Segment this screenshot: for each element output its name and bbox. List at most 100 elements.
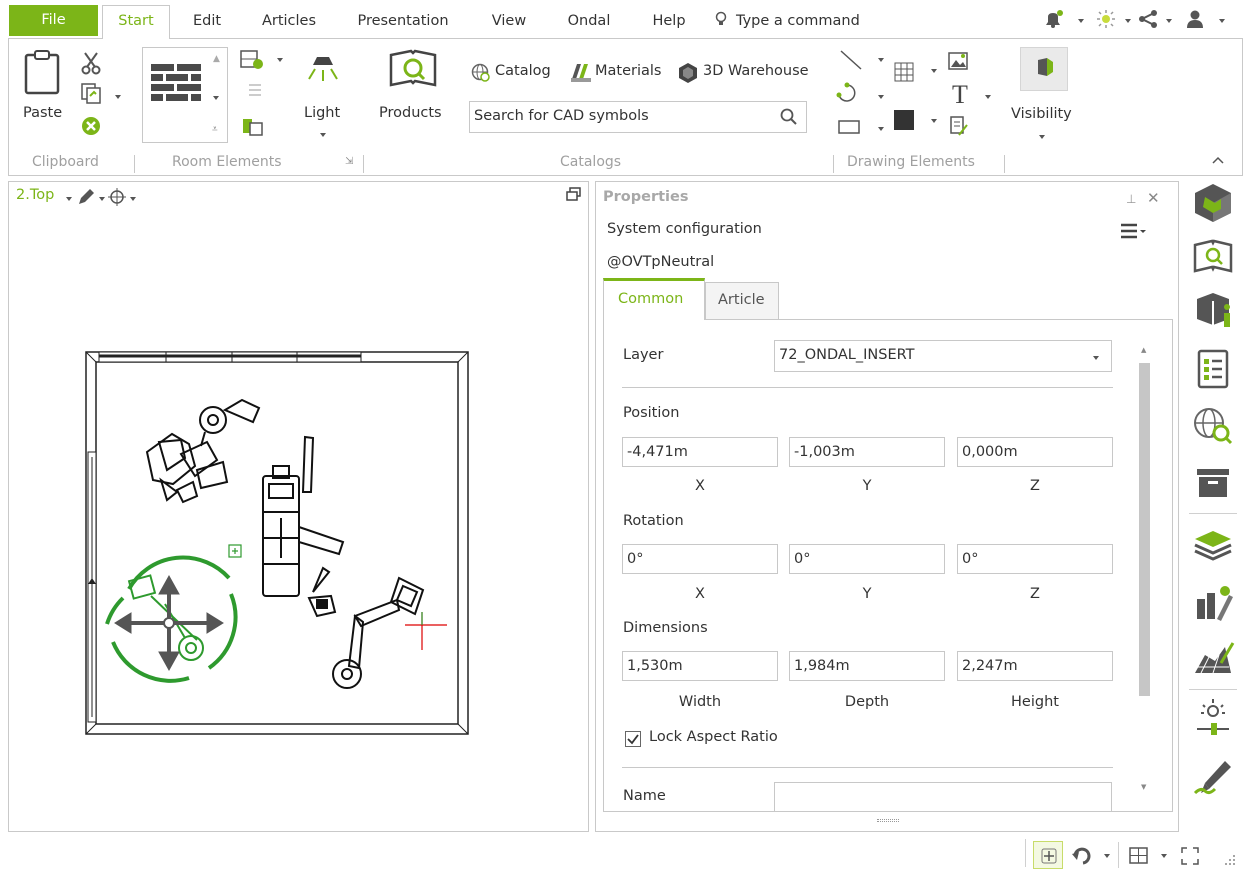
scroll-up-icon[interactable]: ▲ (1141, 346, 1146, 354)
position-x-field[interactable]: -4,471m (622, 437, 778, 467)
pen-icon[interactable] (77, 188, 95, 210)
fullscreen-icon[interactable] (1181, 847, 1199, 869)
tab-ondal[interactable]: Ondal (558, 6, 620, 36)
copy-icon[interactable] (80, 82, 102, 108)
chevron-down-icon[interactable] (985, 95, 991, 99)
chevron-down-icon[interactable] (277, 58, 283, 62)
rotation-z-field[interactable]: 0° (957, 544, 1113, 574)
cad-symbol-search-input[interactable]: Search for CAD symbols (469, 101, 807, 133)
width-field[interactable]: 1,530m (622, 651, 778, 681)
chevron-down-icon[interactable] (320, 133, 326, 137)
chevron-down-icon[interactable] (1104, 854, 1110, 858)
tab-presentation[interactable]: Presentation (346, 6, 460, 36)
pin-icon[interactable]: ⊥ (1126, 192, 1136, 206)
scissors-icon[interactable] (81, 51, 101, 79)
light-adjust-icon[interactable] (1191, 697, 1235, 741)
command-search[interactable]: Type a command (736, 6, 876, 36)
3d-warehouse-button[interactable]: 3D Warehouse (703, 63, 809, 79)
object-insert-icon[interactable] (241, 115, 265, 141)
fill-color-icon[interactable] (893, 109, 915, 135)
dialog-launcher-icon[interactable]: ⇲ (345, 156, 353, 167)
text-tool-icon[interactable]: T (950, 80, 972, 111)
drawing-pen-icon[interactable] (1191, 753, 1235, 797)
chevron-down-icon[interactable] (931, 119, 937, 123)
position-z-field[interactable]: 0,000m (957, 437, 1113, 467)
chevron-down-icon[interactable] (1219, 19, 1225, 23)
notification-bell-icon[interactable] (1043, 10, 1065, 32)
depth-field[interactable]: 1,984m (789, 651, 945, 681)
tab-edit[interactable]: Edit (180, 6, 234, 36)
grid-icon[interactable] (1129, 847, 1149, 869)
chevron-down-icon[interactable] (1093, 356, 1099, 360)
chevron-down-icon[interactable] (1125, 19, 1131, 23)
catalog-book-icon[interactable] (1191, 237, 1235, 281)
globe-search-icon[interactable] (1191, 403, 1235, 447)
drawing-viewport[interactable]: 2.Top (8, 181, 589, 832)
hatch-icon[interactable] (893, 61, 915, 87)
chevron-down-icon[interactable] (130, 197, 136, 201)
move-tool-button[interactable] (1033, 841, 1063, 869)
resize-grip[interactable] (877, 819, 899, 822)
chevron-down-icon[interactable] (878, 95, 884, 99)
chevron-down-icon[interactable] (1078, 19, 1084, 23)
floor-plan-drawing[interactable] (77, 342, 477, 742)
visibility-icon-frame[interactable] (1020, 47, 1068, 91)
chevron-down-icon[interactable] (931, 69, 937, 73)
chevron-down-icon[interactable] (213, 96, 219, 100)
products-icon[interactable] (389, 49, 437, 93)
user-icon[interactable] (1185, 9, 1205, 33)
scroll-down-icon[interactable]: ▼ (1141, 783, 1146, 791)
scroll-up-icon[interactable]: ▲ (213, 54, 220, 64)
position-y-field[interactable]: -1,003m (789, 437, 945, 467)
tab-article[interactable]: Article (705, 282, 779, 319)
light-button[interactable]: Light (304, 105, 340, 121)
tab-start[interactable]: Start (102, 5, 170, 39)
edit-document-icon[interactable] (949, 115, 969, 141)
view-name-label[interactable]: 2.Top (16, 187, 54, 203)
room-elements-gallery[interactable]: ▲ ⩡ (142, 47, 228, 143)
line-tool-icon[interactable] (839, 49, 863, 75)
restore-window-icon[interactable] (566, 187, 582, 205)
chevron-down-icon[interactable] (878, 58, 884, 62)
rectangle-tool-icon[interactable] (837, 119, 861, 139)
configurator-cube-icon[interactable] (1191, 181, 1235, 225)
layer-select[interactable]: 72_ONDAL_INSERT (774, 340, 1112, 372)
height-field[interactable]: 2,247m (957, 651, 1113, 681)
resize-grip-icon[interactable] (1224, 854, 1236, 870)
products-button[interactable]: Products (379, 105, 442, 121)
expand-gallery-icon[interactable]: ⩡ (212, 124, 218, 135)
rotation-x-field[interactable]: 0° (622, 544, 778, 574)
archive-box-icon[interactable] (1191, 461, 1235, 505)
tab-help[interactable]: Help (642, 6, 696, 36)
menu-icon[interactable] (1120, 222, 1146, 244)
image-insert-icon[interactable] (947, 51, 969, 75)
share-icon[interactable] (1138, 10, 1158, 32)
layers-icon[interactable] (1191, 523, 1235, 567)
lock-aspect-checkbox[interactable] (625, 731, 641, 747)
window-add-icon[interactable] (239, 49, 265, 75)
tab-common[interactable]: Common (603, 278, 705, 320)
arc-tool-icon[interactable] (835, 81, 859, 107)
sun-icon[interactable] (1095, 9, 1117, 33)
close-icon[interactable]: ✕ (1147, 189, 1160, 207)
tab-file[interactable]: File (9, 5, 98, 36)
light-icon[interactable] (303, 53, 343, 89)
chevron-down-icon[interactable] (878, 127, 884, 131)
chevron-down-icon[interactable] (1161, 854, 1167, 858)
package-info-icon[interactable] (1191, 287, 1235, 331)
tab-view[interactable]: View (482, 6, 536, 36)
search-icon[interactable] (780, 108, 798, 130)
paste-button[interactable]: Paste (23, 105, 62, 121)
delete-icon[interactable] (81, 116, 101, 140)
chevron-down-icon[interactable] (115, 95, 121, 99)
materials-button[interactable]: Materials (595, 63, 661, 79)
name-field[interactable] (774, 782, 1112, 811)
chevron-down-icon[interactable] (1039, 135, 1045, 139)
rotation-y-field[interactable]: 0° (789, 544, 945, 574)
terrain-edit-icon[interactable] (1191, 635, 1235, 679)
materials-settings-icon[interactable] (1191, 581, 1235, 625)
crosshair-icon[interactable] (108, 188, 126, 210)
visibility-button[interactable]: Visibility (1011, 106, 1072, 122)
chevron-down-icon[interactable] (99, 197, 105, 201)
catalog-button[interactable]: Catalog (495, 63, 551, 79)
